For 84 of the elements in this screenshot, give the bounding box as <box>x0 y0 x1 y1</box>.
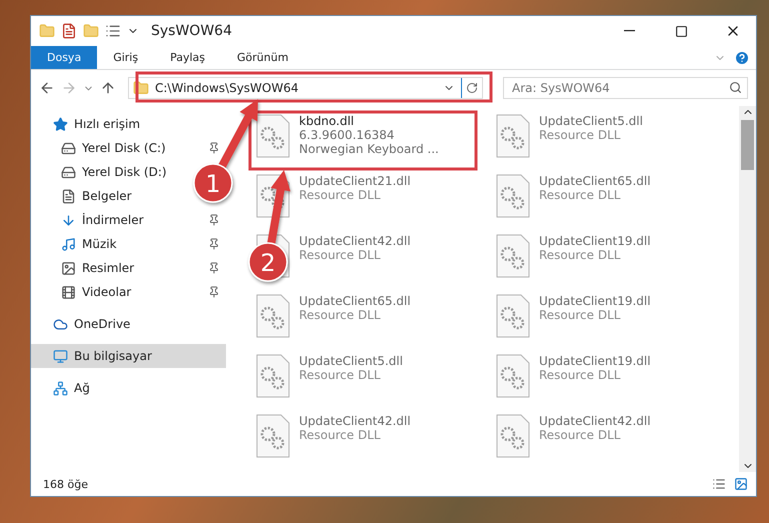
file-description: Resource DLL <box>299 308 382 322</box>
file-description: Resource DLL <box>299 368 382 382</box>
forward-arrow-icon <box>61 80 77 96</box>
sidebar-item[interactable]: Hızlı erişim <box>31 112 146 136</box>
gear-file-icon <box>255 114 291 158</box>
item-count: 168 öğe <box>43 478 89 490</box>
file-name: UpdateClient42.dll <box>299 414 411 428</box>
gear-file-icon <box>495 414 531 458</box>
search-field[interactable]: Ara: SysWOW64 <box>503 77 748 99</box>
maximize-icon <box>674 24 688 38</box>
pin-icon <box>208 238 220 250</box>
sidebar-item[interactable]: İndirmeler <box>31 208 226 232</box>
file-name: UpdateClient5.dll <box>539 114 643 128</box>
ribbon-tab[interactable]: Dosya <box>31 46 98 69</box>
sidebar-item[interactable]: Müzik <box>31 232 226 256</box>
ribbon-tab[interactable]: Giriş <box>97 46 154 69</box>
star-icon <box>53 116 68 132</box>
file-name: UpdateClient21.dll <box>299 174 411 188</box>
sidebar-item[interactable]: OneDrive <box>31 312 136 336</box>
list-icon[interactable] <box>105 23 121 39</box>
file-name: UpdateClient19.dll <box>539 234 651 248</box>
pin-icon <box>208 214 220 226</box>
scroll-thumb[interactable] <box>741 120 754 170</box>
sidebar-item[interactable]: Belgeler <box>31 184 138 208</box>
search-icon <box>729 81 742 94</box>
file-name: UpdateClient42.dll <box>299 234 411 248</box>
gear-file-icon <box>495 234 531 278</box>
up-button[interactable] <box>100 80 116 96</box>
gear-file-icon <box>255 414 291 458</box>
film-icon <box>61 284 76 300</box>
file-description: Resource DLL <box>539 248 622 262</box>
file-description: Resource DLL <box>299 428 382 442</box>
file-name: kbdno.dll <box>299 114 356 128</box>
music-note-icon <box>61 236 76 252</box>
ribbon-tab[interactable]: Paylaş <box>154 46 221 69</box>
gear-file-icon <box>495 114 531 158</box>
pin-icon <box>208 286 220 298</box>
file-description: Resource DLL <box>539 188 622 202</box>
file-name: UpdateClient5.dll <box>299 354 403 368</box>
sidebar-item[interactable]: Ağ <box>31 376 96 400</box>
file-name: UpdateClient19.dll <box>539 294 651 308</box>
picture-icon <box>61 260 76 276</box>
large-icons-view-icon[interactable] <box>734 477 748 491</box>
pin-icon <box>208 142 220 154</box>
address-path: C:\Windows\SysWOW64 <box>155 81 300 95</box>
file-description: Resource DLL <box>539 128 622 142</box>
gear-file-icon <box>495 354 531 398</box>
network-icon <box>53 380 68 396</box>
file-description: Norwegian Keyboard ... <box>299 142 439 156</box>
gear-file-icon <box>255 354 291 398</box>
gear-file-icon <box>495 174 531 218</box>
help-icon[interactable] <box>734 50 750 66</box>
file-description: Resource DLL <box>299 248 382 262</box>
monitor-icon <box>53 348 68 364</box>
refresh-icon[interactable] <box>466 82 478 94</box>
sidebar-item[interactable]: Videolar <box>31 280 226 304</box>
document-icon <box>61 188 76 204</box>
file-name: UpdateClient42.dll <box>539 414 651 428</box>
file-name: UpdateClient65.dll <box>539 174 651 188</box>
file-name: UpdateClient19.dll <box>539 354 651 368</box>
file-version: 6.3.9600.16384 <box>299 128 396 142</box>
gear-file-icon <box>495 294 531 338</box>
file-description: Resource DLL <box>539 428 622 442</box>
address-bar[interactable]: C:\Windows\SysWOW64 <box>128 77 483 99</box>
sidebar-item[interactable]: Yerel Disk (D:) <box>31 160 173 184</box>
ribbon-tab[interactable]: Görünüm <box>221 46 304 69</box>
drive-icon <box>61 164 76 180</box>
drive-icon <box>61 140 76 156</box>
file-description: Resource DLL <box>299 188 382 202</box>
checklist-icon[interactable] <box>61 23 77 39</box>
gear-file-icon <box>255 294 291 338</box>
back-button[interactable] <box>39 80 55 96</box>
down-arrow-icon <box>61 212 76 228</box>
details-view-icon[interactable] <box>712 477 726 491</box>
file-description: Resource DLL <box>539 368 622 382</box>
sidebar-item[interactable]: Bu bilgisayar <box>31 344 226 368</box>
file-description: Resource DLL <box>539 308 622 322</box>
minimize-icon <box>624 30 634 32</box>
scrollbar[interactable] <box>739 106 756 472</box>
window-title: SysWOW64 <box>151 23 232 39</box>
sidebar-item[interactable]: Resimler <box>31 256 226 280</box>
cloud-icon <box>53 316 68 332</box>
file-name: UpdateClient65.dll <box>299 294 411 308</box>
pin-icon <box>208 262 220 274</box>
